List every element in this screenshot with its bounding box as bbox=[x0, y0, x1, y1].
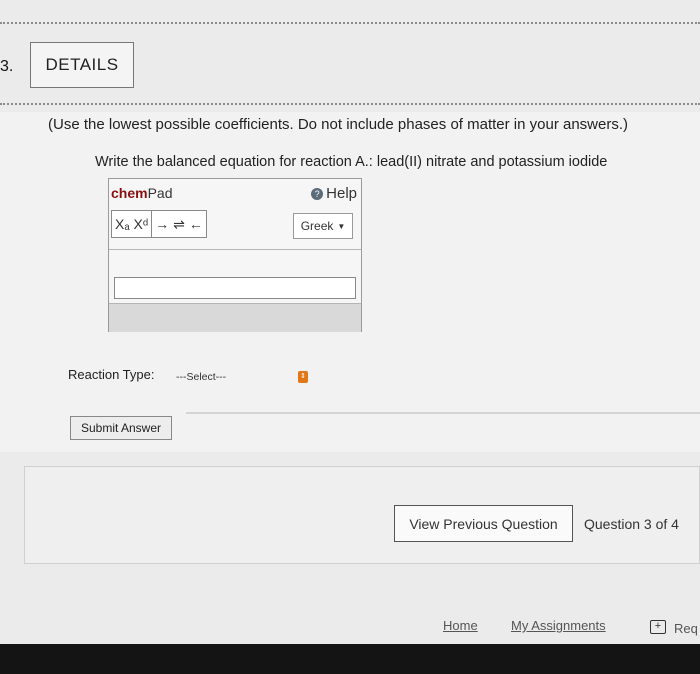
top-divider bbox=[0, 22, 700, 24]
question-progress: Question 3 of 4 bbox=[584, 516, 679, 532]
screen-bezel bbox=[0, 644, 700, 674]
arrow-tools: → ⇌ ← bbox=[152, 210, 207, 238]
home-link[interactable]: Home bbox=[443, 618, 478, 633]
request-link[interactable]: Req bbox=[674, 621, 698, 636]
chempad-title: chemPad bbox=[111, 185, 173, 201]
section-divider bbox=[0, 103, 700, 105]
my-assignments-link[interactable]: My Assignments bbox=[511, 618, 606, 633]
instructions-text: (Use the lowest possible coefficients. D… bbox=[48, 116, 629, 133]
chempad-preview bbox=[109, 303, 361, 332]
submit-divider bbox=[186, 412, 700, 414]
question-prompt: Write the balanced equation for reaction… bbox=[95, 154, 608, 170]
select-arrow-icon: ⇕ bbox=[298, 371, 308, 383]
reaction-type-value: ---Select--- bbox=[176, 371, 227, 383]
arrow-right-button[interactable]: → bbox=[155, 216, 169, 232]
chempad-editor: chemPad ? Help Xₐ Xᵈ → ⇌ ← Greek ▼ bbox=[108, 178, 362, 332]
chempad-toolbar: Xₐ Xᵈ → ⇌ ← bbox=[111, 209, 207, 239]
equilibrium-arrow-button[interactable]: ⇌ bbox=[173, 216, 185, 233]
submit-answer-button[interactable]: Submit Answer bbox=[70, 416, 172, 440]
reaction-type-select[interactable]: ---Select--- ⇕ bbox=[172, 368, 312, 386]
view-previous-question-button[interactable]: View Previous Question bbox=[394, 505, 573, 542]
help-link[interactable]: ? Help bbox=[311, 185, 357, 202]
greek-label: Greek bbox=[300, 219, 334, 233]
superscript-button[interactable]: Xᵈ bbox=[134, 216, 149, 232]
details-label: DETAILS bbox=[45, 55, 119, 74]
help-icon: ? bbox=[311, 187, 324, 200]
navigation-card bbox=[24, 466, 700, 564]
help-label: Help bbox=[326, 185, 357, 202]
arrow-left-button[interactable]: ← bbox=[189, 216, 203, 232]
details-tab[interactable]: DETAILS bbox=[30, 42, 134, 88]
reaction-type-label: Reaction Type: bbox=[68, 367, 155, 382]
equation-input[interactable] bbox=[114, 277, 356, 299]
format-tools: Xₐ Xᵈ bbox=[111, 210, 153, 238]
caret-down-icon: ▼ bbox=[337, 221, 346, 231]
greek-dropdown[interactable]: Greek ▼ bbox=[293, 213, 353, 239]
question-number: 3. bbox=[0, 58, 14, 75]
subscript-button[interactable]: Xₐ bbox=[115, 216, 130, 232]
chempad-divider bbox=[109, 249, 361, 250]
plus-box-icon[interactable]: + bbox=[650, 620, 666, 634]
